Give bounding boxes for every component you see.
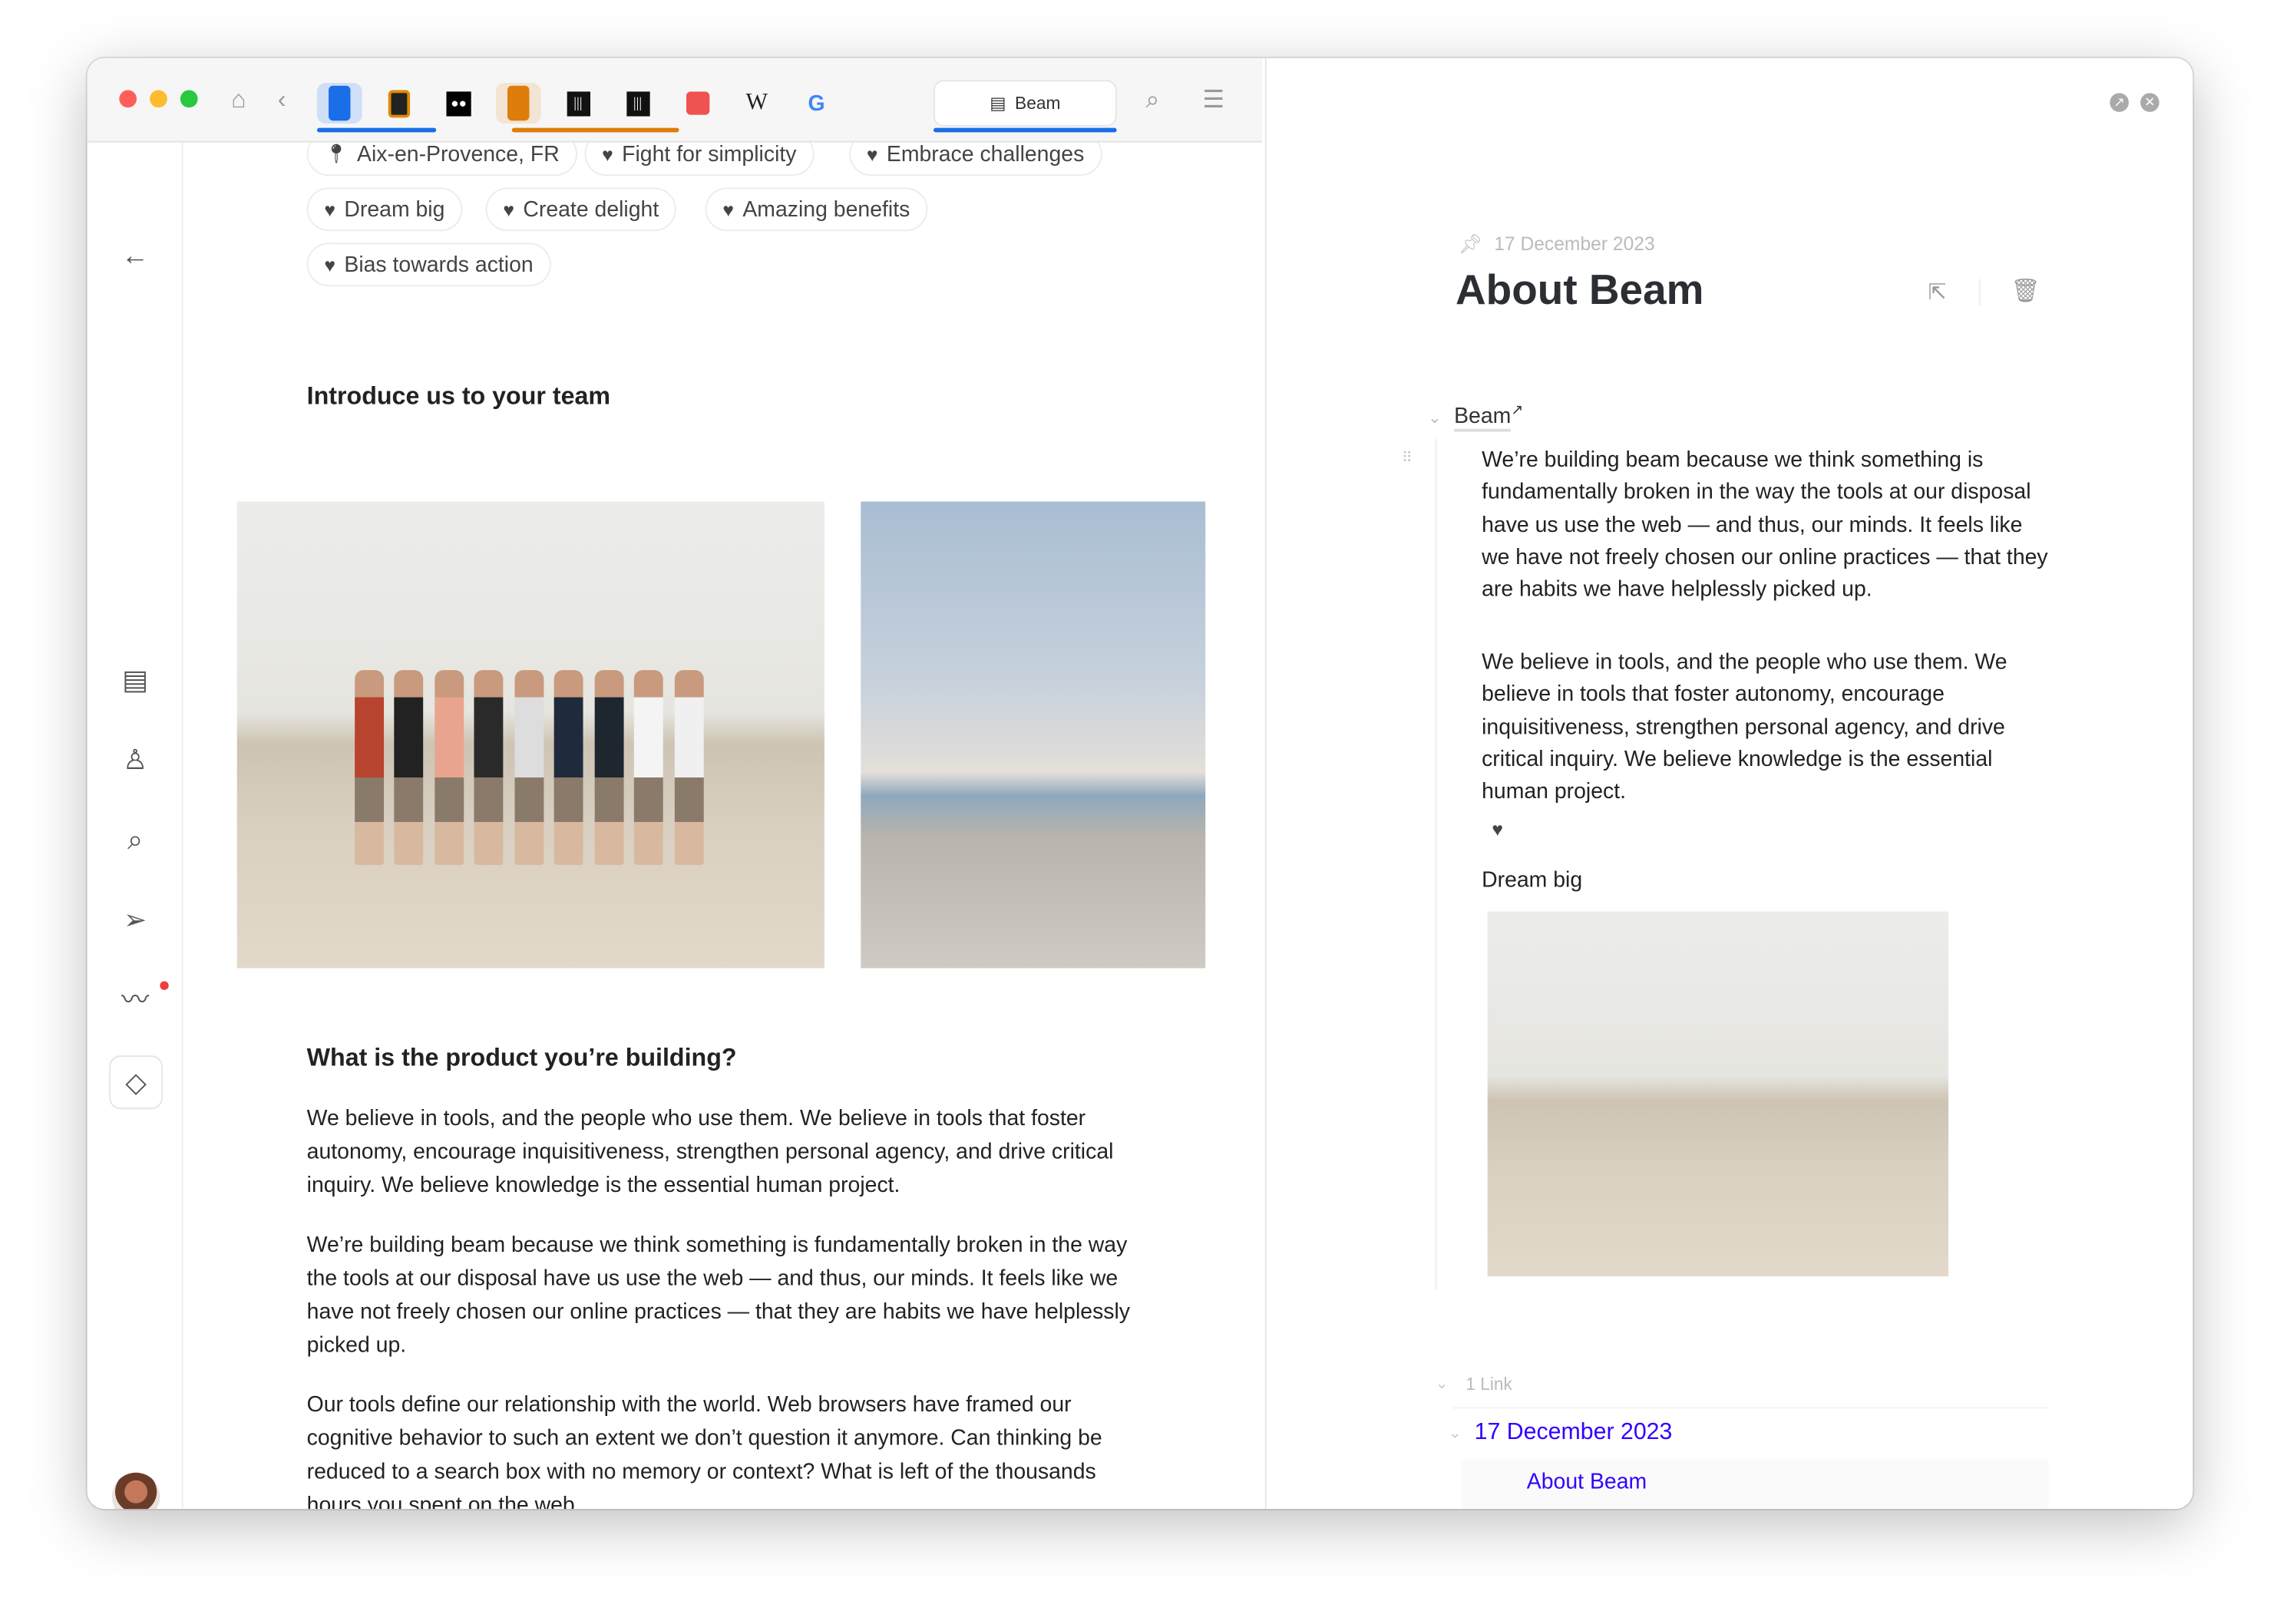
notes-panel-icon[interactable]: ☰ (1202, 86, 1224, 115)
maximize-window-button[interactable] (180, 90, 198, 108)
collapse-chevron-icon[interactable]: ⌄ (1428, 408, 1441, 427)
paragraph: Our tools define our relationship with t… (306, 1392, 1102, 1510)
heart-icon: ♥ (722, 198, 734, 220)
person-figure (593, 669, 624, 866)
note-paragraph: We’re building beam because we think som… (1482, 447, 2048, 602)
person-figure (553, 669, 584, 866)
drag-handle-icon[interactable]: ⠿ (1402, 451, 1413, 467)
pin-icon: 📍︎ (324, 142, 349, 165)
heart-icon: ♥ (324, 198, 336, 220)
tab-favicon-orange[interactable] (495, 82, 541, 124)
notification-dot (160, 981, 169, 990)
product-heading: What is the product you’re building? (306, 1043, 737, 1071)
image-caption: Dream big (1482, 867, 1583, 893)
heart-icon: ♥ (602, 143, 613, 165)
people-group (861, 800, 1205, 887)
web-page-pane: ⌂ ‹ ●● ||| ||| W G ▤ Beam ⌕ ☰ ← ▤ ♙ ⌕ ➢ 〰… (87, 58, 1263, 1510)
tab-favicon-wikipedia[interactable]: W (735, 83, 780, 124)
source-link[interactable]: Beam↗ (1454, 402, 1524, 432)
back-arrow-icon[interactable]: ← (119, 241, 151, 273)
links-count: 1 Link (1465, 1373, 1512, 1395)
person-icon[interactable]: ♙ (119, 746, 151, 778)
person-figure (434, 669, 464, 866)
person-figure (514, 669, 544, 866)
team-beach-photo (861, 501, 1206, 969)
search-icon[interactable]: ⌕ (119, 826, 151, 858)
tag-pill[interactable]: ♥ Bias towards action (306, 243, 551, 287)
note-paragraph: We believe in tools, and the people who … (1482, 649, 2007, 804)
divider (1452, 1407, 2049, 1409)
feed-icon[interactable]: 〰 (119, 985, 151, 1018)
home-icon[interactable]: ⌂ (231, 86, 246, 115)
open-full-icon[interactable]: ↗ (2110, 93, 2129, 112)
tab-favicon-dark[interactable] (377, 83, 422, 124)
pin-icon: 📌︎ (1458, 233, 1483, 255)
note-date: 📌︎ 17 December 2023 (1458, 233, 1655, 255)
active-tab-indicator (933, 127, 1117, 133)
team-photo (1487, 911, 1949, 1277)
journal-icon[interactable]: ▤ (119, 665, 151, 698)
heart-icon: ♥ (1492, 818, 1503, 840)
tab-favicon-museum-2[interactable]: ||| (615, 83, 660, 124)
page-content: 📍︎ Aix-en-Provence, FR ♥ Fight for simplic… (183, 142, 1262, 1510)
tab-favicon-google[interactable]: G (794, 83, 839, 124)
note-button[interactable]: ◇ (109, 1055, 164, 1110)
person-figure (394, 669, 425, 866)
tag-pill[interactable]: ♥ Dream big (306, 187, 463, 232)
team-photo (236, 501, 824, 969)
tab-favicon-museum[interactable]: ||| (556, 83, 601, 124)
tag-pill[interactable]: ♥ Amazing benefits (705, 187, 928, 232)
note-title: About Beam (1455, 267, 1704, 315)
collapse-chevron-icon[interactable]: ⌄ (1435, 1374, 1448, 1393)
heart-icon: ♥ (503, 198, 514, 220)
tag-pill[interactable]: 📍︎ Aix-en-Provence, FR (306, 142, 577, 177)
active-tab[interactable]: ▤ Beam (933, 80, 1117, 127)
link-date[interactable]: 17 December 2023 (1475, 1421, 1673, 1447)
share-icon[interactable]: ⇱ (1928, 279, 1947, 305)
sidebar: ← ▤ ♙ ⌕ ➢ 〰 ◇ (88, 142, 183, 1510)
block-guide-line (1435, 439, 1437, 1290)
external-link-icon: ↗ (1511, 402, 1524, 419)
toolbar: ⌂ ‹ ●● ||| ||| W G ▤ Beam ⌕ ☰ (87, 58, 1263, 143)
link-row[interactable]: About Beam (1461, 1459, 2049, 1510)
tab-group-indicator-orange (511, 127, 679, 133)
minimize-window-button[interactable] (150, 90, 167, 108)
note-pane: ↗ ✕ 📌︎ 17 December 2023 About Beam ⇱ 🗑︎ ⌄… (1264, 58, 2193, 1510)
person-figure (354, 669, 385, 866)
collapse-chevron-icon[interactable]: ⌄ (1449, 1423, 1462, 1442)
trash-icon[interactable]: 🗑︎ (2011, 276, 2040, 305)
heart-icon: ♥ (324, 253, 336, 276)
link-note-title[interactable]: About Beam (1527, 1470, 1647, 1494)
close-window-button[interactable] (119, 90, 137, 108)
browser-window: ⌂ ‹ ●● ||| ||| W G ▤ Beam ⌕ ☰ ← ▤ ♙ ⌕ ➢ 〰… (87, 58, 2193, 1510)
tag-pill[interactable]: ♥ Fight for simplicity (584, 142, 815, 177)
tab-group-indicator-blue (316, 127, 437, 133)
send-icon[interactable]: ➢ (119, 906, 151, 938)
team-heading: Introduce us to your team (306, 382, 611, 411)
person-figure (674, 669, 704, 866)
back-icon[interactable]: ‹ (278, 86, 286, 115)
paragraph: We’re building beam because we think som… (306, 1233, 1131, 1358)
person-figure (474, 669, 504, 866)
tab-favicon-blue[interactable] (316, 82, 362, 124)
note-icon: ▤ (990, 93, 1006, 114)
tab-favicon-store[interactable] (675, 83, 720, 124)
tag-pill[interactable]: ♥ Create delight (485, 187, 676, 232)
person-figure (634, 669, 664, 866)
paragraph: We believe in tools, and the people who … (306, 1106, 1114, 1198)
search-icon[interactable]: ⌕ (1146, 86, 1160, 115)
heart-icon: ♥ (866, 143, 878, 165)
close-pane-icon[interactable]: ✕ (2140, 93, 2159, 112)
tag-pill[interactable]: ♥ Embrace challenges (849, 142, 1102, 177)
tab-favicon-medium[interactable]: ●● (436, 83, 481, 124)
divider (1978, 279, 1981, 305)
avatar[interactable] (111, 1472, 160, 1510)
